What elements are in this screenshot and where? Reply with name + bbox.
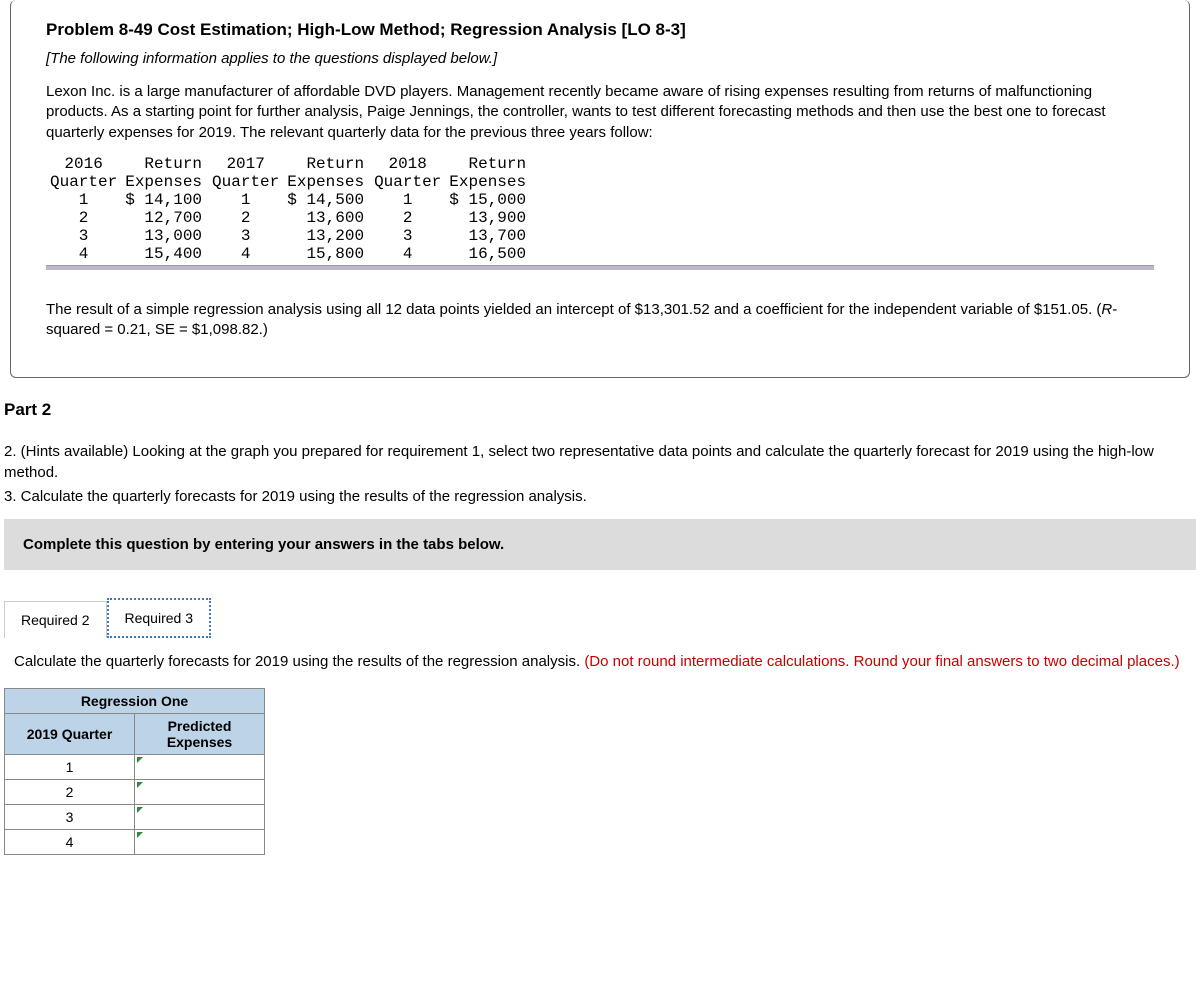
- expenses-label: Expenses: [445, 173, 532, 191]
- tab-required-2[interactable]: Required 2: [4, 601, 107, 638]
- quarter-label: Quarter: [370, 173, 445, 191]
- predicted-input-q3[interactable]: [135, 806, 264, 828]
- col-predicted: Predicted Expenses: [135, 714, 265, 755]
- quarter-label: Quarter: [208, 173, 283, 191]
- answer-row: 1: [5, 755, 265, 780]
- tab-panel: Calculate the quarterly forecasts for 20…: [4, 638, 1196, 686]
- expenses-label: Expenses: [283, 173, 370, 191]
- problem-intro: Lexon Inc. is a large manufacturer of af…: [46, 82, 1154, 143]
- expenses-label: Expenses: [121, 173, 208, 191]
- return-label: Return: [445, 155, 532, 173]
- panel-instruction: Calculate the quarterly forecasts for 20…: [14, 653, 584, 670]
- year-2018: 2018: [370, 155, 445, 173]
- table-header-row2: Quarter Expenses Quarter Expenses Quarte…: [46, 173, 532, 191]
- year-2017: 2017: [208, 155, 283, 173]
- table-row: 2 12,700 2 13,600 2 13,900: [46, 209, 532, 227]
- panel-hint: (Do not round intermediate calculations.…: [584, 653, 1179, 670]
- answer-row: 3: [5, 805, 265, 830]
- predicted-input-q2[interactable]: [135, 781, 264, 803]
- problem-container: Problem 8-49 Cost Estimation; High-Low M…: [10, 0, 1190, 378]
- part-label: Part 2: [4, 400, 1200, 420]
- table-row: 1 $ 14,100 1 $ 14,500 1 $ 15,000: [46, 191, 532, 209]
- tabs-row: Required 2 Required 3: [4, 598, 1196, 638]
- table-row: 4 15,400 4 15,800 4 16,500: [46, 245, 532, 263]
- return-label: Return: [283, 155, 370, 173]
- table-row: 3 13,000 3 13,200 3 13,700: [46, 227, 532, 245]
- data-table: 2016 Return 2017 Return 2018 Return Quar…: [46, 155, 532, 263]
- triangle-icon: [137, 832, 143, 838]
- question-3: 3. Calculate the quarterly forecasts for…: [4, 487, 1196, 507]
- regression-note: The result of a simple regression analys…: [46, 300, 1154, 341]
- quarter-label: Quarter: [46, 173, 121, 191]
- triangle-icon: [137, 807, 143, 813]
- answer-row: 2: [5, 780, 265, 805]
- triangle-icon: [137, 757, 143, 763]
- tab-required-3[interactable]: Required 3: [107, 598, 212, 638]
- answer-row: 4: [5, 830, 265, 855]
- complete-instruction: Complete this question by entering your …: [4, 519, 1196, 570]
- predicted-input-q1[interactable]: [135, 756, 264, 778]
- problem-title: Problem 8-49 Cost Estimation; High-Low M…: [46, 20, 1154, 40]
- year-2016: 2016: [46, 155, 121, 173]
- return-label: Return: [121, 155, 208, 173]
- triangle-icon: [137, 782, 143, 788]
- table-header-row1: 2016 Return 2017 Return 2018 Return: [46, 155, 532, 173]
- input-cell-q2[interactable]: [135, 780, 265, 805]
- input-cell-q4[interactable]: [135, 830, 265, 855]
- scroll-track[interactable]: [46, 265, 1154, 270]
- info-line: [The following information applies to th…: [46, 50, 1154, 67]
- answer-table: Regression One 2019 Quarter Predicted Ex…: [4, 688, 265, 855]
- input-cell-q1[interactable]: [135, 755, 265, 780]
- predicted-input-q4[interactable]: [135, 831, 264, 853]
- input-cell-q3[interactable]: [135, 805, 265, 830]
- question-2: 2. (Hints available) Looking at the grap…: [4, 442, 1196, 483]
- answer-top-header: Regression One: [5, 689, 265, 714]
- data-table-wrap: 2016 Return 2017 Return 2018 Return Quar…: [46, 155, 1154, 272]
- col-quarter: 2019 Quarter: [5, 714, 135, 755]
